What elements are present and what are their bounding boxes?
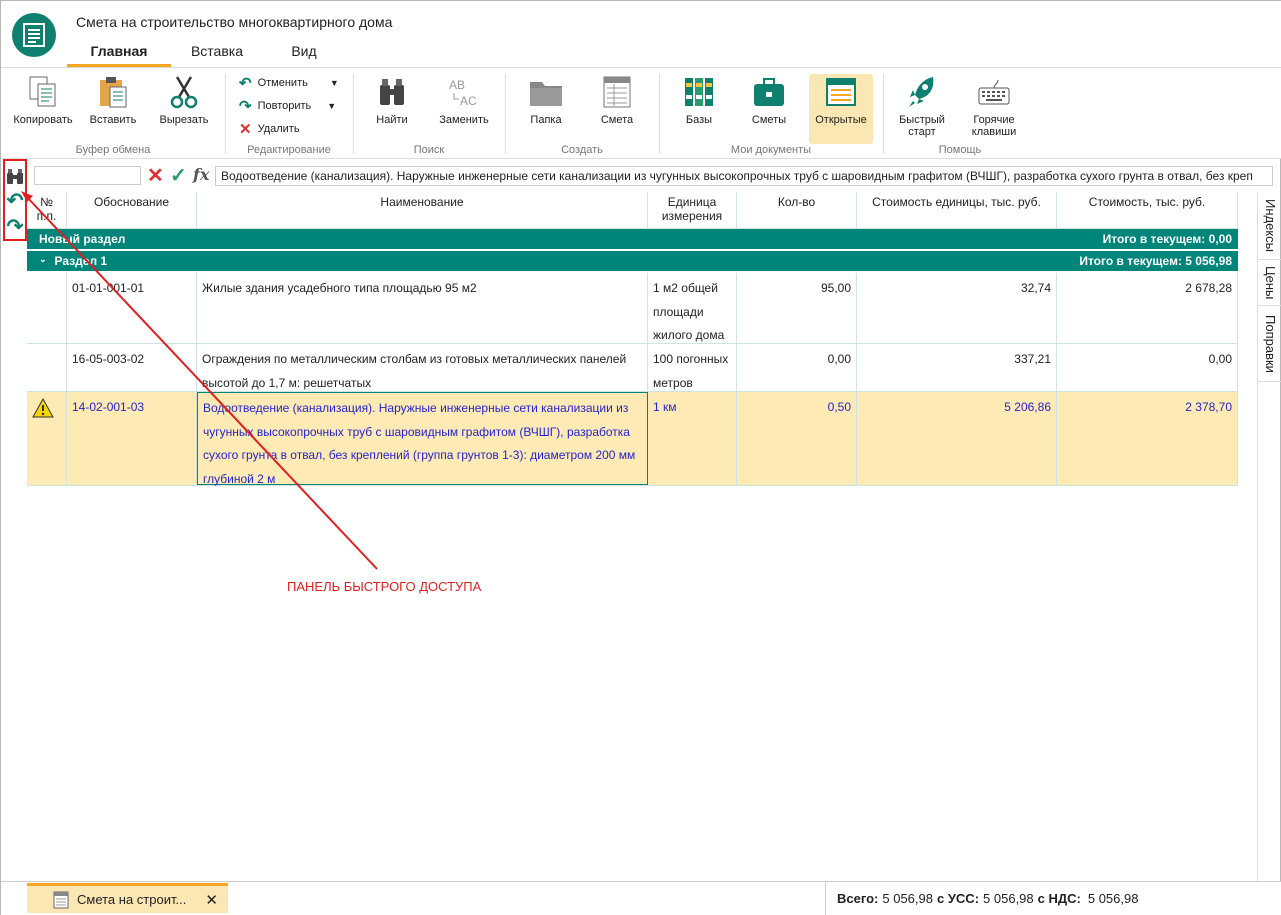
totals-bar: Всего: 5 056,98 с УСС: 5 056,98 с НДС: 5 05… [825, 882, 1138, 915]
close-tab-icon[interactable]: ✕ [205, 891, 218, 909]
annotation-arrow [21, 191, 378, 570]
document-tab[interactable]: Смета на строит... ✕ [27, 883, 228, 913]
annotation-label: ПАНЕЛЬ БЫСТРОГО ДОСТУПА [287, 579, 482, 594]
spreadsheet-icon [53, 891, 69, 908]
status-bar: Смета на строит... ✕ Всего: 5 056,98 с УС… [1, 881, 1281, 915]
